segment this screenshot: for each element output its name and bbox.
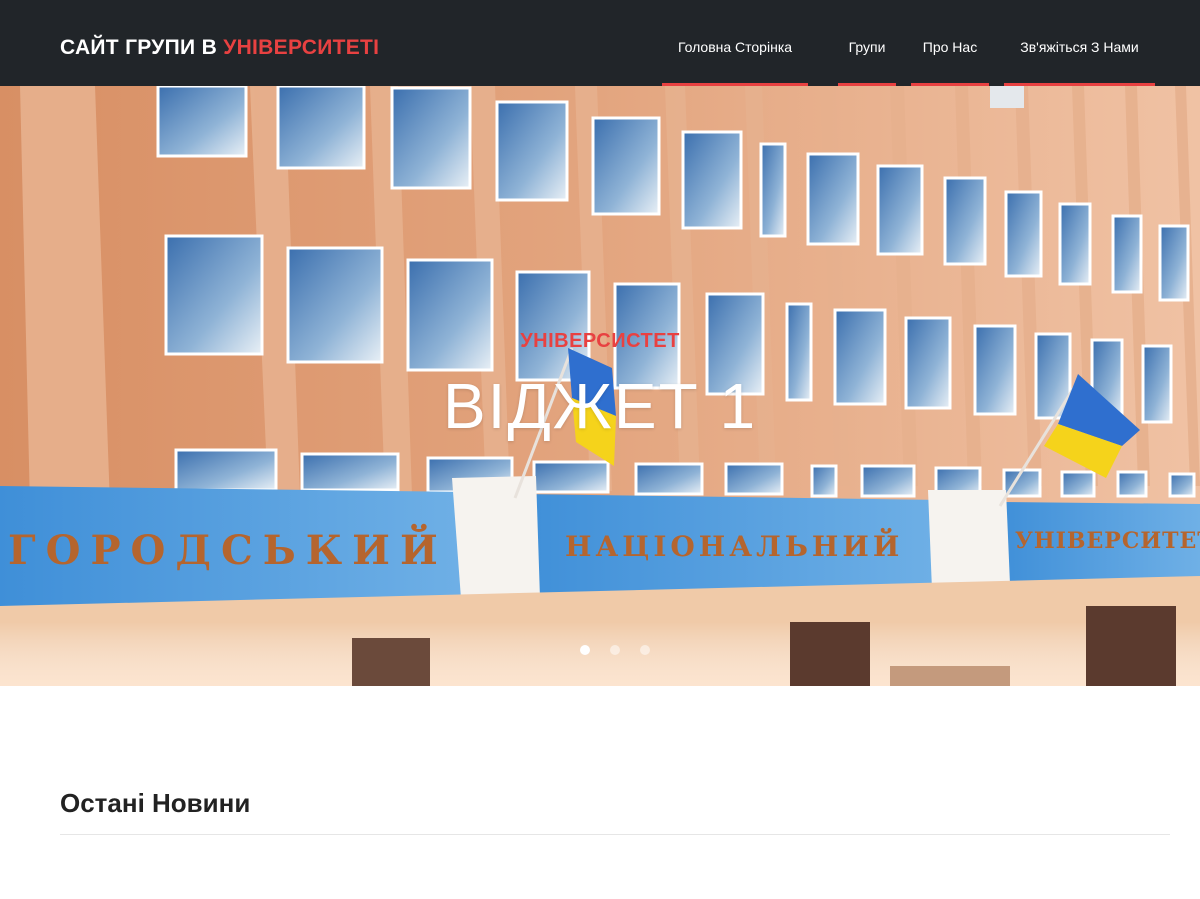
carousel-dot-2[interactable] <box>610 645 620 655</box>
news-divider <box>60 834 1170 835</box>
sign-text-2: НАЦІОНАЛЬНИЙ <box>565 528 903 563</box>
nav-item-label: Зв'яжіться З Нами <box>1020 39 1139 55</box>
hero-carousel[interactable]: ГОРОДСЬКИЙ НАЦІОНАЛЬНИЙ УНІВЕРСИТЕТ УНІВ… <box>0 86 1200 686</box>
nav-item-label: Про Нас <box>922 39 978 55</box>
brand-prefix: САЙТ ГРУПИ В <box>60 36 218 59</box>
sign-text-1: ГОРОДСЬКИЙ <box>8 524 448 574</box>
sign-text-3: УНІВЕРСИТЕТ <box>1015 528 1200 554</box>
carousel-indicators <box>0 645 1200 657</box>
nav-item-label: Групи <box>848 39 886 55</box>
nav-item-about[interactable]: Про Нас <box>911 0 989 86</box>
site-brand-logo[interactable]: САЙТ ГРУПИ В УНІВЕРСИТЕТІ <box>60 36 379 60</box>
nav-item-home[interactable]: Головна Сторінка <box>662 0 808 86</box>
top-navbar: САЙТ ГРУПИ В УНІВЕРСИТЕТІ Головна Сторін… <box>0 0 1200 86</box>
nav-item-groups[interactable]: Групи <box>838 0 896 86</box>
carousel-dot-3[interactable] <box>640 645 650 655</box>
brand-accent: УНІВЕРСИТЕТІ <box>223 36 380 59</box>
hero-subtitle: УНІВЕРСИСТЕТ <box>520 330 680 352</box>
nav-item-label: Головна Сторінка <box>677 39 793 55</box>
news-heading: Остані Новини <box>60 788 251 818</box>
nav-item-contact[interactable]: Зв'яжіться З Нами <box>1004 0 1155 86</box>
hero-title: ВІДЖЕТ 1 <box>442 370 758 442</box>
carousel-dot-1[interactable] <box>580 645 590 655</box>
